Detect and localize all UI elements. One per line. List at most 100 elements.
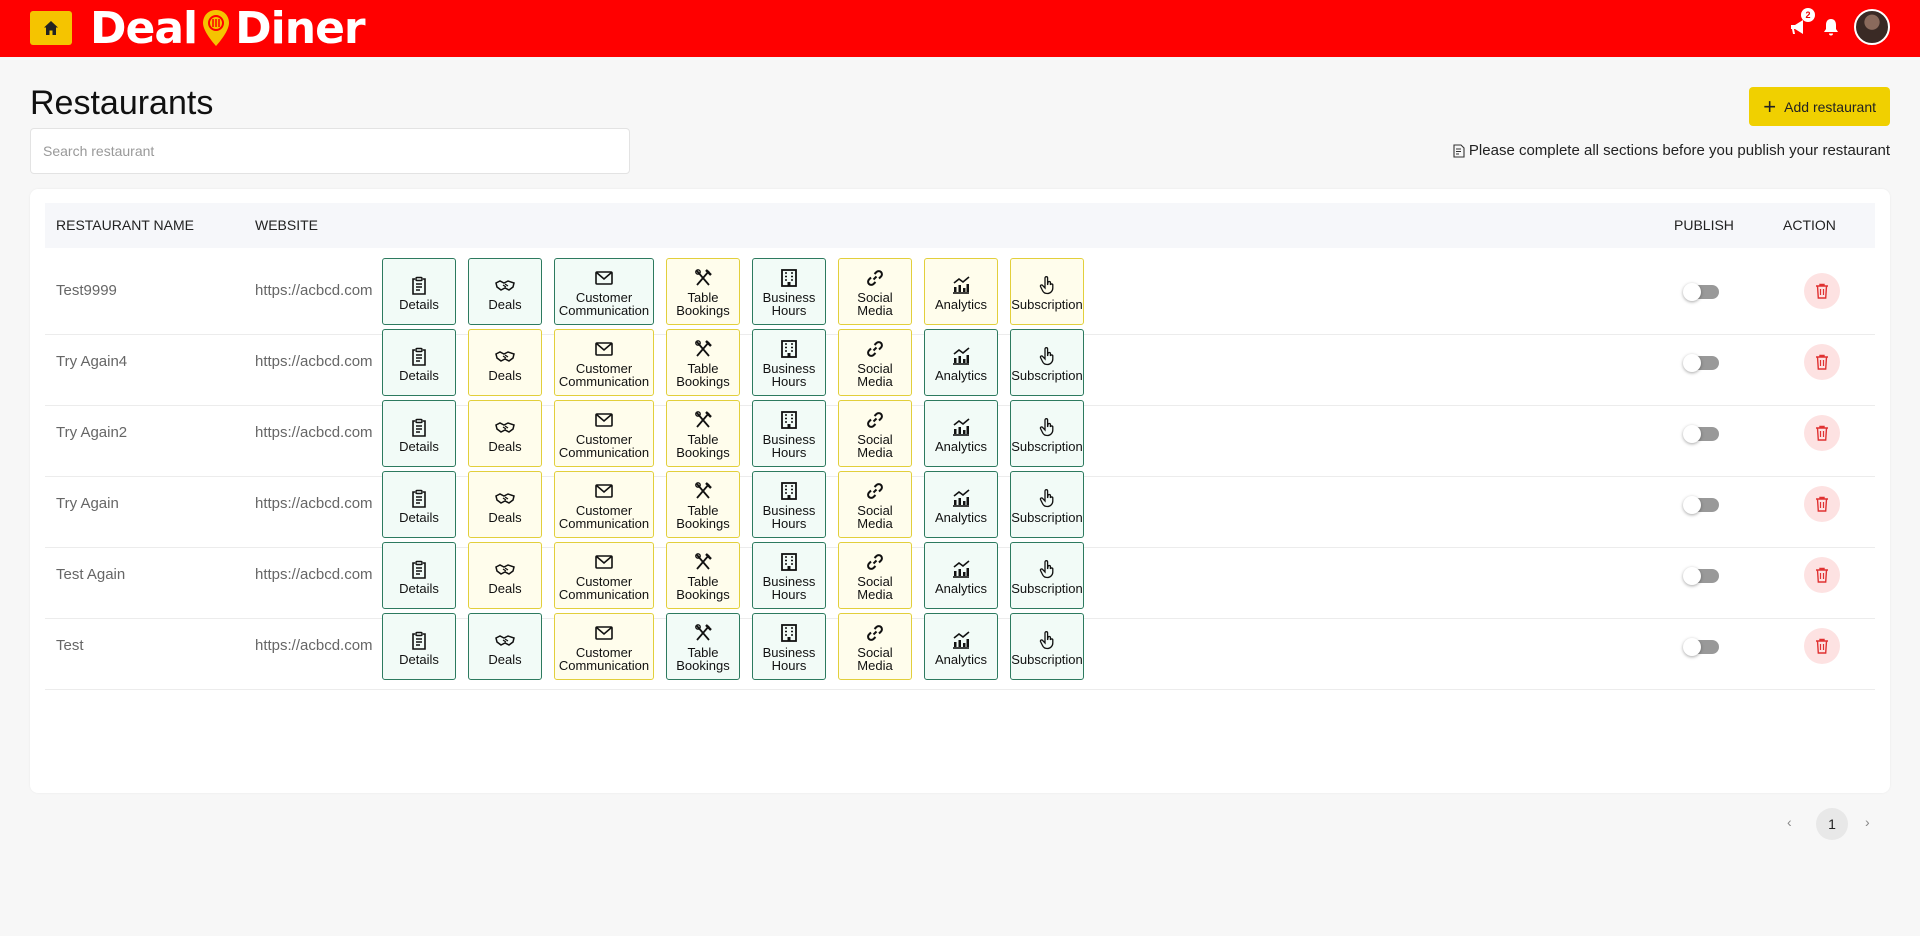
section-bookings-button[interactable]: Table Bookings (666, 471, 740, 538)
section-hours-button[interactable]: Business Hours (752, 400, 826, 467)
brand-logo[interactable]: Deal Diner (90, 2, 366, 54)
restaurant-name[interactable]: Test9999 (56, 282, 117, 299)
user-avatar[interactable] (1854, 9, 1890, 45)
section-details-button[interactable]: Details (382, 613, 456, 680)
publish-toggle[interactable] (1683, 567, 1719, 585)
restaurant-website[interactable]: https://acbcd.com (255, 424, 373, 441)
building-icon (781, 482, 797, 500)
home-button[interactable] (30, 11, 72, 45)
delete-button[interactable] (1804, 486, 1840, 522)
section-details-button[interactable]: Details (382, 258, 456, 325)
section-details-button[interactable]: Details (382, 400, 456, 467)
add-restaurant-button[interactable]: + Add restaurant (1749, 87, 1890, 126)
restaurant-name[interactable]: Try Again2 (56, 424, 127, 441)
section-communication-label: Customer Communication (558, 645, 650, 673)
restaurant-name[interactable]: Try Again4 (56, 353, 127, 370)
section-details-button[interactable]: Details (382, 471, 456, 538)
link-icon (867, 554, 883, 570)
section-social-button[interactable]: Social Media (838, 329, 912, 396)
pointer-hand-icon (1039, 346, 1054, 365)
section-subscription-button[interactable]: Subscription (1010, 329, 1084, 396)
section-hours-button[interactable]: Business Hours (752, 258, 826, 325)
building-icon (781, 340, 797, 358)
pagination-page-1[interactable]: 1 (1816, 808, 1848, 840)
section-social-button[interactable]: Social Media (838, 471, 912, 538)
section-bookings-label: Table Bookings (676, 645, 730, 673)
building-icon (781, 269, 797, 287)
section-analytics-button[interactable]: Analytics (924, 471, 998, 538)
delete-button[interactable] (1804, 628, 1840, 664)
section-communication-button[interactable]: Customer Communication (554, 471, 654, 538)
section-bookings-button[interactable]: Table Bookings (666, 613, 740, 680)
restaurant-name[interactable]: Test (56, 637, 84, 654)
section-social-button[interactable]: Social Media (838, 613, 912, 680)
handshake-icon (495, 492, 515, 504)
publish-toggle[interactable] (1683, 354, 1719, 372)
publish-toggle[interactable] (1683, 283, 1719, 301)
section-communication-button[interactable]: Customer Communication (554, 613, 654, 680)
section-bookings-button[interactable]: Table Bookings (666, 329, 740, 396)
section-social-label: Social Media (857, 574, 893, 602)
delete-button[interactable] (1804, 415, 1840, 451)
section-details-button[interactable]: Details (382, 329, 456, 396)
restaurant-website[interactable]: https://acbcd.com (255, 566, 373, 583)
section-communication-button[interactable]: Customer Communication (554, 329, 654, 396)
section-hours-button[interactable]: Business Hours (752, 329, 826, 396)
section-social-button[interactable]: Social Media (838, 542, 912, 609)
publish-toggle[interactable] (1683, 638, 1719, 656)
section-subscription-label: Subscription (1011, 651, 1083, 667)
section-bookings-button[interactable]: Table Bookings (666, 542, 740, 609)
pointer-hand-icon (1039, 559, 1054, 578)
restaurant-name[interactable]: Try Again (56, 495, 119, 512)
section-hours-button[interactable]: Business Hours (752, 613, 826, 680)
pagination-next-button[interactable]: › (1865, 814, 1870, 830)
notifications-button[interactable] (1818, 14, 1844, 40)
restaurant-name[interactable]: Test Again (56, 566, 125, 583)
brand-word-diner: Diner (235, 2, 365, 54)
pointer-hand-icon (1039, 630, 1054, 649)
restaurant-website[interactable]: https://acbcd.com (255, 637, 373, 654)
section-deals-button[interactable]: Deals (468, 471, 542, 538)
table-header: RESTAURANT NAME WEBSITE PUBLISH ACTION (45, 203, 1875, 248)
section-analytics-button[interactable]: Analytics (924, 613, 998, 680)
section-analytics-button[interactable]: Analytics (924, 329, 998, 396)
section-details-button[interactable]: Details (382, 542, 456, 609)
section-subscription-button[interactable]: Subscription (1010, 258, 1084, 325)
section-subscription-button[interactable]: Subscription (1010, 542, 1084, 609)
restaurant-website[interactable]: https://acbcd.com (255, 282, 373, 299)
section-hours-button[interactable]: Business Hours (752, 542, 826, 609)
section-analytics-button[interactable]: Analytics (924, 542, 998, 609)
section-deals-button[interactable]: Deals (468, 400, 542, 467)
section-subscription-button[interactable]: Subscription (1010, 471, 1084, 538)
delete-button[interactable] (1804, 557, 1840, 593)
delete-button[interactable] (1804, 273, 1840, 309)
pagination-prev-button[interactable]: ‹ (1787, 814, 1792, 830)
section-analytics-button[interactable]: Analytics (924, 400, 998, 467)
section-deals-label: Deals (488, 509, 522, 525)
section-communication-button[interactable]: Customer Communication (554, 400, 654, 467)
restaurant-website[interactable]: https://acbcd.com (255, 353, 373, 370)
section-deals-button[interactable]: Deals (468, 329, 542, 396)
section-communication-button[interactable]: Customer Communication (554, 258, 654, 325)
section-deals-button[interactable]: Deals (468, 542, 542, 609)
restaurant-website[interactable]: https://acbcd.com (255, 495, 373, 512)
section-bookings-button[interactable]: Table Bookings (666, 400, 740, 467)
link-icon (867, 412, 883, 428)
section-subscription-button[interactable]: Subscription (1010, 400, 1084, 467)
delete-button[interactable] (1804, 344, 1840, 380)
section-deals-button[interactable]: Deals (468, 258, 542, 325)
section-bookings-button[interactable]: Table Bookings (666, 258, 740, 325)
announcements-button[interactable]: 2 (1785, 8, 1815, 40)
section-social-label: Social Media (857, 290, 893, 318)
section-hours-button[interactable]: Business Hours (752, 471, 826, 538)
publish-toggle[interactable] (1683, 496, 1719, 514)
section-analytics-button[interactable]: Analytics (924, 258, 998, 325)
section-deals-button[interactable]: Deals (468, 613, 542, 680)
publish-toggle[interactable] (1683, 425, 1719, 443)
section-social-button[interactable]: Social Media (838, 400, 912, 467)
section-hours-label: Business Hours (762, 361, 816, 389)
section-communication-button[interactable]: Customer Communication (554, 542, 654, 609)
section-subscription-button[interactable]: Subscription (1010, 613, 1084, 680)
section-social-button[interactable]: Social Media (838, 258, 912, 325)
search-input[interactable] (30, 128, 630, 174)
